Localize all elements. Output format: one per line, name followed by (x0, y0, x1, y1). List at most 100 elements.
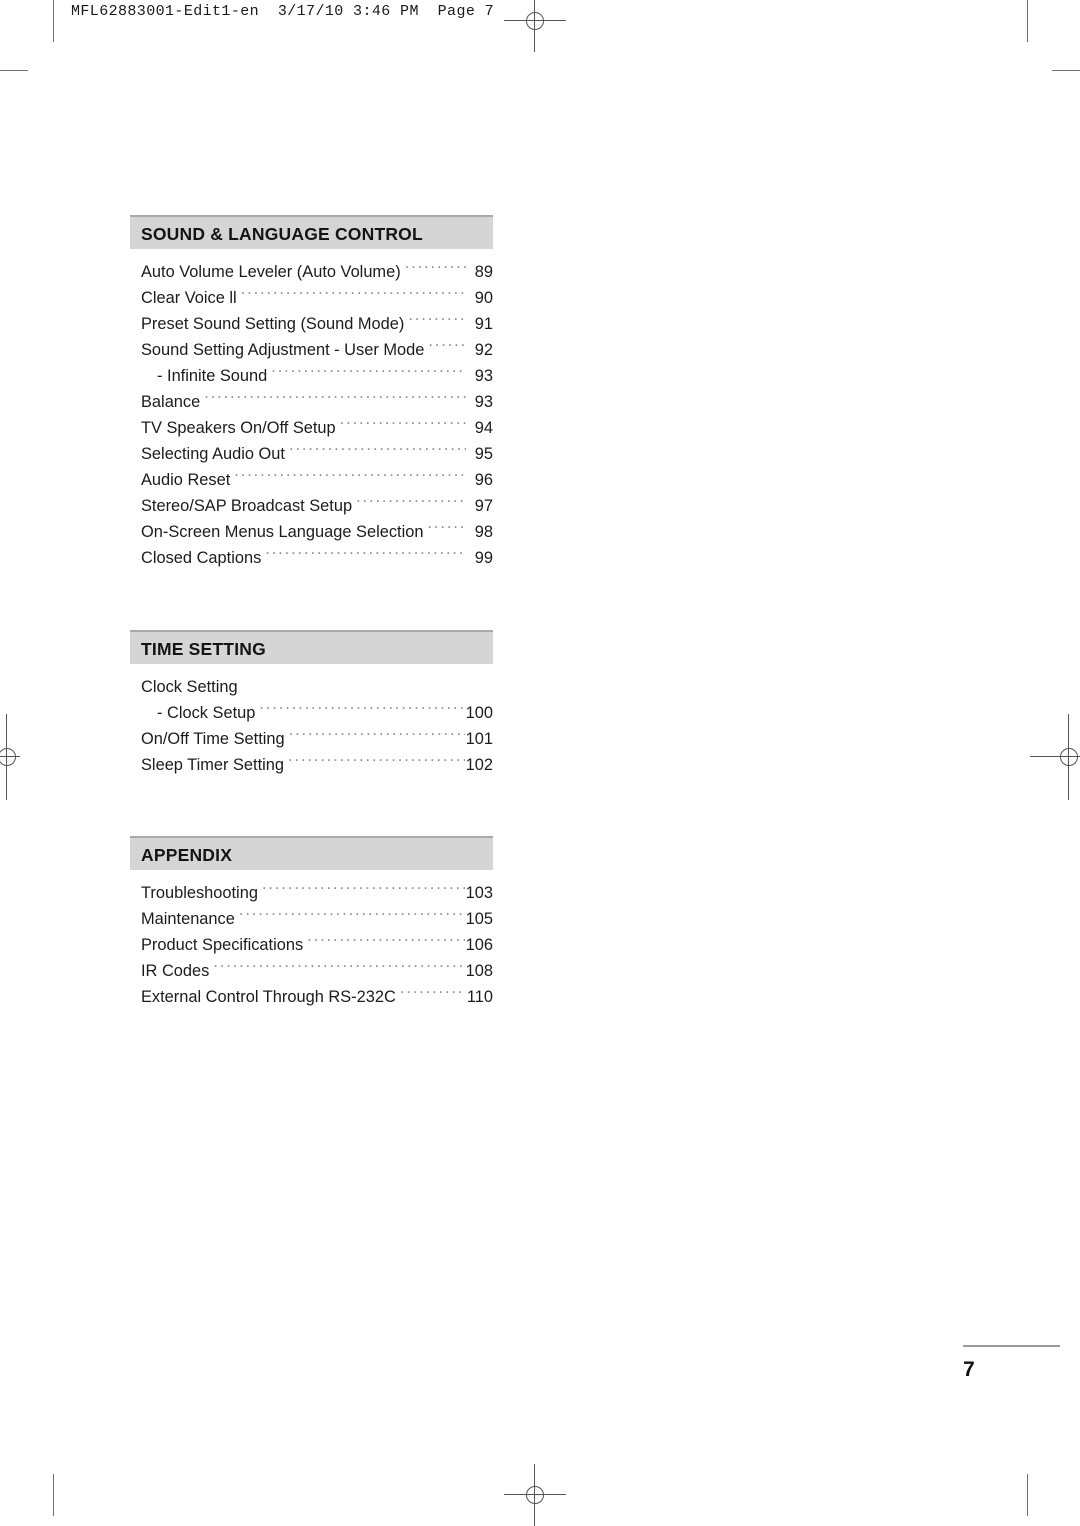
toc-entry-label: Clock Setting (141, 678, 238, 696)
toc-section-title: SOUND & LANGUAGE CONTROL (141, 224, 423, 244)
toc-entry[interactable]: Preset Sound Setting (Sound Mode) 91 (130, 311, 493, 337)
toc-leader-dots (428, 339, 466, 355)
toc-entry-label: External Control Through RS-232C (141, 988, 396, 1006)
crop-mark-top-left-vertical (53, 0, 54, 42)
toc-leader-dots (239, 908, 465, 924)
toc-section: SOUND & LANGUAGE CONTROL Auto Volume Leve… (130, 215, 493, 571)
toc-entry-page-number: 99 (474, 549, 493, 567)
toc-entry[interactable]: TV Speakers On/Off Setup 94 (130, 415, 493, 441)
crop-mark-bottom-left-vertical (53, 1474, 54, 1516)
toc-entry-label: - Clock Setup (157, 704, 256, 722)
toc-entry[interactable]: Sound Setting Adjustment - User Mode 92 (130, 337, 493, 363)
toc-entry-page-number: 103 (465, 884, 493, 902)
toc-leader-dots (242, 676, 492, 692)
toc-entry-page-number: 105 (465, 910, 493, 928)
toc-entry-label: Clear Voice ll (141, 289, 237, 307)
toc-entry-label: TV Speakers On/Off Setup (141, 419, 336, 437)
toc-entry-page-number: 102 (465, 756, 493, 774)
toc-entry-page-number: 96 (474, 471, 493, 489)
toc-entry[interactable]: Clock Setting (130, 674, 493, 700)
toc-entry-page-number: 92 (474, 341, 493, 359)
toc-leader-dots (262, 882, 465, 898)
toc-entry[interactable]: Product Specifications 106 (130, 932, 493, 958)
toc-entry-page-number: 108 (465, 962, 493, 980)
toc-entry-label: Selecting Audio Out (141, 445, 285, 463)
registration-mark-left (0, 714, 24, 800)
toc-entry-label: Sound Setting Adjustment - User Mode (141, 341, 425, 359)
toc-leader-dots (408, 313, 466, 329)
toc-entry[interactable]: On-Screen Menus Language Selection 98 (130, 519, 493, 545)
toc-section-title: APPENDIX (141, 845, 233, 865)
toc-section: TIME SETTING Clock Setting - Clock Setup 10… (130, 630, 493, 778)
toc-entry[interactable]: Maintenance 105 (130, 906, 493, 932)
registration-mark-right (1030, 714, 1080, 800)
toc-leader-dots (259, 702, 464, 718)
toc-entry-label: Audio Reset (141, 471, 231, 489)
toc-entry[interactable]: - Infinite Sound 93 (130, 363, 493, 389)
toc-entry[interactable]: - Clock Setup 100 (130, 700, 493, 726)
toc-entry[interactable]: Auto Volume Leveler (Auto Volume) 89 (130, 259, 493, 285)
toc-leader-dots (213, 960, 464, 976)
toc-leader-dots (289, 728, 465, 744)
toc-entry[interactable]: Troubleshooting 103 (130, 880, 493, 906)
crop-mark-bottom-right-vertical (1027, 1474, 1028, 1516)
toc-leader-dots (307, 934, 464, 950)
crop-mark-right-top-horizontal (1052, 70, 1080, 71)
toc-leader-dots (356, 495, 466, 511)
toc-entry-label: On/Off Time Setting (141, 730, 285, 748)
toc-entry-page-number: 110 (466, 988, 493, 1006)
toc-entry[interactable]: Balance 93 (130, 389, 493, 415)
toc-section: APPENDIX Troubleshooting 103 Maintenance 105… (130, 836, 493, 1010)
toc-entry-label: On-Screen Menus Language Selection (141, 523, 424, 541)
toc-entry[interactable]: Closed Captions 99 (130, 545, 493, 571)
toc-leader-dots (265, 547, 466, 563)
toc-entry-label: Troubleshooting (141, 884, 258, 902)
crop-mark-left-top-horizontal (0, 70, 28, 71)
toc-leader-dots (241, 287, 466, 303)
toc-entry-page-number: 98 (474, 523, 493, 541)
imposition-slug: MFL62883001-Edit1-en 3/17/10 3:46 PM Pag… (71, 3, 495, 20)
toc-leader-dots (427, 521, 466, 537)
crop-mark-top-right-vertical (1027, 0, 1028, 42)
toc-section-header: TIME SETTING (130, 630, 493, 664)
toc-entry-label: Sleep Timer Setting (141, 756, 285, 774)
toc-entry-label: Closed Captions (141, 549, 262, 567)
toc-entry-label: Product Specifications (141, 936, 304, 954)
toc-section-header: SOUND & LANGUAGE CONTROL (130, 215, 493, 249)
toc-entry-page-number: 94 (474, 419, 493, 437)
toc-entry-list: Auto Volume Leveler (Auto Volume) 89 Clear… (130, 249, 493, 571)
toc-entry[interactable]: Audio Reset 96 (130, 467, 493, 493)
table-of-contents: SOUND & LANGUAGE CONTROL Auto Volume Leve… (130, 215, 493, 1010)
folio-rule (963, 1345, 1060, 1347)
toc-entry-page-number: 90 (474, 289, 493, 307)
toc-entry-label: Preset Sound Setting (Sound Mode) (141, 315, 405, 333)
toc-entry-page-number: 93 (474, 393, 493, 411)
toc-entry[interactable]: Selecting Audio Out 95 (130, 441, 493, 467)
toc-entry-label: Maintenance (141, 910, 235, 928)
toc-section-header: APPENDIX (130, 836, 493, 870)
toc-entry[interactable]: Stereo/SAP Broadcast Setup 97 (130, 493, 493, 519)
toc-leader-dots (405, 261, 466, 277)
toc-entry-label: Auto Volume Leveler (Auto Volume) (141, 263, 401, 281)
toc-entry-page-number: 93 (474, 367, 493, 385)
registration-mark-top (504, 0, 566, 52)
toc-entry[interactable]: Clear Voice ll 90 (130, 285, 493, 311)
toc-entry-page-number: 95 (474, 445, 493, 463)
toc-entry-page-number: 101 (465, 730, 493, 748)
toc-entry[interactable]: External Control Through RS-232C 110 (130, 984, 493, 1010)
registration-mark-bottom (504, 1464, 566, 1526)
toc-section-title: TIME SETTING (141, 639, 266, 659)
toc-entry-label: IR Codes (141, 962, 210, 980)
toc-entry[interactable]: Sleep Timer Setting 102 (130, 752, 493, 778)
toc-entry[interactable]: On/Off Time Setting 101 (130, 726, 493, 752)
toc-entry-page-number: 100 (465, 704, 493, 722)
toc-entry-list: Clock Setting - Clock Setup 100 On/Off Time… (130, 664, 493, 778)
toc-leader-dots (400, 986, 466, 1002)
toc-entry-label: Stereo/SAP Broadcast Setup (141, 497, 353, 515)
toc-leader-dots (204, 391, 466, 407)
toc-leader-dots (288, 754, 465, 770)
toc-entry[interactable]: IR Codes 108 (130, 958, 493, 984)
toc-entry-page-number: 106 (465, 936, 493, 954)
toc-entry-label: Balance (141, 393, 201, 411)
toc-entry-page-number: 91 (474, 315, 493, 333)
